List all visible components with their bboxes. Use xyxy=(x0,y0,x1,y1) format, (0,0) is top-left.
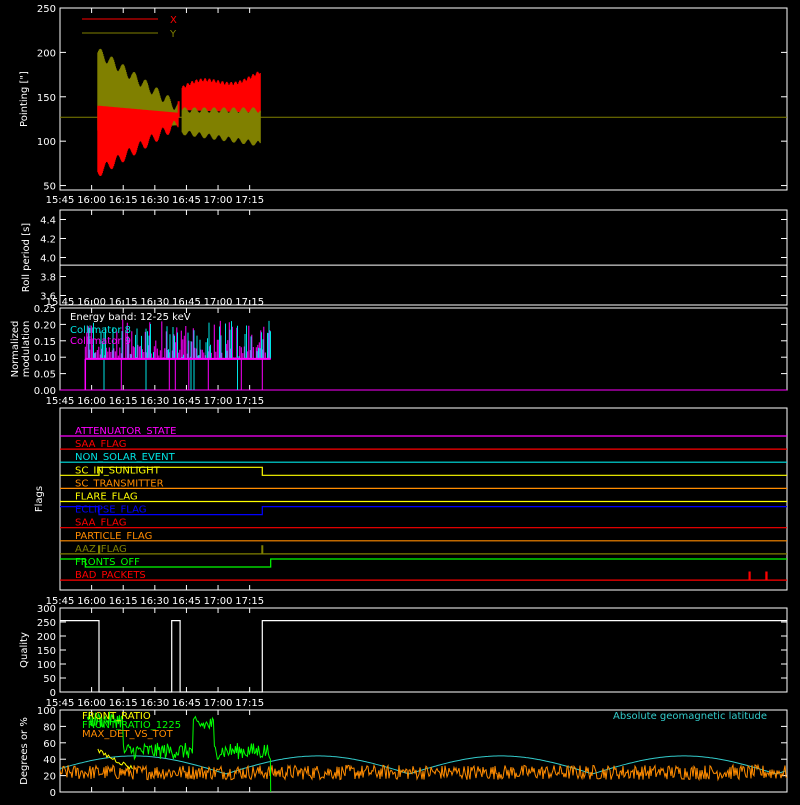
modulation-ylabel-line-2: modulation xyxy=(21,321,32,378)
ratios-annotation: Absolute geomagnetic latitude xyxy=(613,711,767,722)
pointing-time-label: 16:45 xyxy=(172,195,201,206)
modulation-time-label: 16:00 xyxy=(77,396,106,407)
pointing-time-label: 15:45 xyxy=(46,195,75,206)
ratios-ytick-label: 60 xyxy=(43,739,56,750)
roll-period-time-label: 16:45 xyxy=(172,297,201,308)
flag-label: ATTENUATOR_STATE xyxy=(75,426,176,437)
pointing-series-y-segment-2 xyxy=(181,107,261,146)
quality-time-label: 16:00 xyxy=(77,698,106,709)
pointing-ytick-label: 50 xyxy=(43,182,56,193)
quality-ytick-label: 100 xyxy=(37,660,56,671)
pointing-ytick-label: 100 xyxy=(37,137,56,148)
flag-line xyxy=(60,545,787,555)
flag-label: BAD_PACKETS xyxy=(75,570,146,581)
modulation-time-label: 17:15 xyxy=(235,396,264,407)
flag-line xyxy=(60,506,787,516)
pointing-time-label: 16:30 xyxy=(140,195,169,206)
quality-ytick-label: 200 xyxy=(37,632,56,643)
flag-label: SAA_FLAG xyxy=(75,439,126,450)
ratios-ytick-label: 0 xyxy=(50,788,56,799)
quality-line xyxy=(60,620,787,693)
modulation-time-label: 16:15 xyxy=(109,396,138,407)
flags-time-label: 17:00 xyxy=(204,596,233,607)
quality-time-label: 17:00 xyxy=(204,698,233,709)
roll-period-time-label: 17:15 xyxy=(235,297,264,308)
flags-time-label: 16:15 xyxy=(109,596,138,607)
pointing-ytick-label: 200 xyxy=(37,48,56,59)
quality-time-label: 17:15 xyxy=(235,698,264,709)
modulation-ylabel-line-1: Normalized xyxy=(10,321,21,378)
pointing-legend-label: X xyxy=(170,15,177,26)
pointing-series-x-segment-2 xyxy=(181,71,261,113)
modulation-ytick-label: 0.05 xyxy=(34,370,56,381)
flag-label: FLARE_FLAG xyxy=(75,492,138,503)
modulation-ytick-label: 0.25 xyxy=(34,304,56,315)
quality-time-label: 16:45 xyxy=(172,698,201,709)
flag-label: PARTICLE_FLAG xyxy=(75,531,152,542)
ratios-ytick-label: 40 xyxy=(43,755,56,766)
flag-label: AAZ_FLAG xyxy=(75,544,127,555)
roll-period-ytick-label: 4.0 xyxy=(40,254,56,265)
roll-period-ytick-label: 4.4 xyxy=(40,216,56,227)
pointing-ytick-label: 150 xyxy=(37,93,56,104)
flag-label: NON_SOLAR_EVENT xyxy=(75,452,176,463)
flags-time-label: 16:45 xyxy=(172,596,201,607)
ratios-series-front-ratio xyxy=(97,748,133,770)
chart-svg: 50100150200250Pointing ["]15:45 16:00 16:1… xyxy=(10,4,788,799)
ratios-legend-label: MAX_DET_VS_TOT xyxy=(82,729,174,740)
ratios-ytick-label: 80 xyxy=(43,722,56,733)
modulation-time-label: 15:45 xyxy=(46,396,75,407)
roll-period-time-label: 16:00 xyxy=(77,297,106,308)
flags-time-label: 16:30 xyxy=(140,596,169,607)
flag-line xyxy=(60,466,787,476)
ratios-ytick-label: 20 xyxy=(43,772,56,783)
roll-period-time-label: 17:00 xyxy=(204,297,233,308)
quality-time-label: 16:15 xyxy=(109,698,138,709)
roll-period-frame xyxy=(59,209,788,306)
roll-period-ylabel: Roll period [s] xyxy=(21,223,32,292)
flags-ylabel: Flags xyxy=(34,486,45,512)
flag-line xyxy=(60,558,787,568)
roll-period-time-label: 16:15 xyxy=(109,297,138,308)
pointing-series-x-segment xyxy=(97,105,179,177)
modulation-time-label: 17:00 xyxy=(204,396,233,407)
modulation-annotation: Energy band: 12-25 keV xyxy=(70,312,191,323)
quality-ylabel: Quality xyxy=(19,632,30,668)
quality-ytick-label: 250 xyxy=(37,618,56,629)
modulation-legend-label: Collimator 8 xyxy=(70,325,131,336)
pointing-ytick-label: 250 xyxy=(37,4,56,15)
ratios-ylabel: Degrees or % xyxy=(19,717,30,785)
pointing-time-label: 17:00 xyxy=(204,195,233,206)
quality-ytick-label: 50 xyxy=(43,674,56,685)
modulation-ytick-label: 0.20 xyxy=(34,320,56,331)
quality-time-label: 16:30 xyxy=(140,698,169,709)
modulation-time-label: 16:30 xyxy=(140,396,169,407)
flag-label: SAA_FLAG xyxy=(75,518,126,529)
pointing-plot-area xyxy=(60,48,787,177)
flag-label: SC_TRANSMITTER xyxy=(75,478,164,489)
quality-ytick-label: 300 xyxy=(37,604,56,615)
modulation-ytick-label: 0.10 xyxy=(34,353,56,364)
chart-stage: 50 100 150 200 250 Pointing ["] 15:45 16:00 16:1… xyxy=(0,0,800,800)
roll-period-ytick-label: 4.2 xyxy=(40,235,56,246)
roll-period-time-label: 16:30 xyxy=(140,297,169,308)
modulation-ylabel: Normalizedmodulation xyxy=(10,321,32,378)
modulation-ytick-label: 0.15 xyxy=(34,337,56,348)
pointing-time-label: 17:15 xyxy=(235,195,264,206)
quality-ytick-label: 150 xyxy=(37,646,56,657)
ratios-ytick-label: 100 xyxy=(37,706,56,717)
ratios-series-max-det xyxy=(60,763,787,782)
roll-period-ytick-label: 3.8 xyxy=(40,273,56,284)
modulation-legend-label: Collimator 9 xyxy=(70,336,131,347)
pointing-time-label: 16:00 xyxy=(77,195,106,206)
pointing-legend-label: Y xyxy=(169,29,177,40)
pointing-ylabel: Pointing ["] xyxy=(19,71,30,127)
flags-time-label: 17:15 xyxy=(235,596,264,607)
modulation-time-label: 16:45 xyxy=(172,396,201,407)
flag-line xyxy=(60,571,787,581)
flags-time-label: 16:00 xyxy=(77,596,106,607)
pointing-time-label: 16:15 xyxy=(109,195,138,206)
